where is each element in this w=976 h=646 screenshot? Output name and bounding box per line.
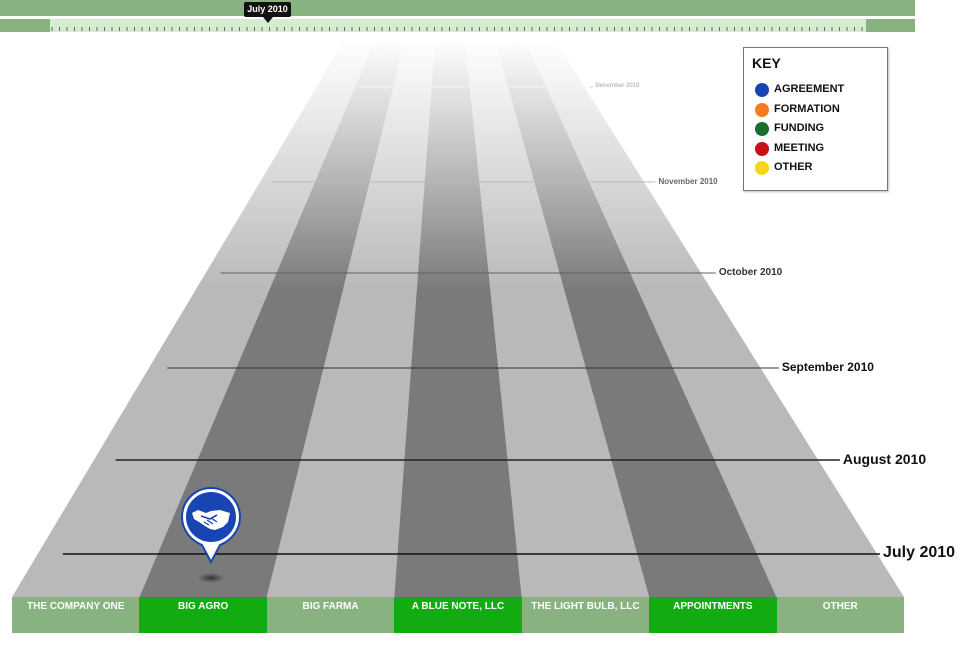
lane-label[interactable]: THE LIGHT BULB, LLC [521,597,650,633]
scrubber-ticks [51,27,863,31]
agreement-event-marker[interactable] [180,486,242,581]
legend-color-dot-icon [755,161,769,175]
legend-color-dot-icon [755,141,769,156]
legend-color-dot-icon [755,122,769,136]
month-label: December 2010 [595,83,640,90]
scrubber-bar[interactable] [0,0,915,16]
legend-label: AGREEMENT [774,83,845,95]
lane-labels: THE COMPANY ONE BIG AGRO BIG FARMA A BLUE N… [12,597,904,633]
month-label: August 2010 [842,450,927,467]
legend-key: KEY AGREEMENT FORMATION FUNDING MEETING OTHE… [743,47,888,191]
legend-title: KEY [752,55,781,71]
legend-label: MEETING [774,141,825,154]
lane-label[interactable]: THE COMPANY ONE [12,597,140,633]
lane-label[interactable]: BIG AGRO [139,597,267,633]
current-date-indicator[interactable]: July 2010 [244,2,291,17]
legend-label: FUNDING [774,122,825,134]
legend-color-dot-icon [755,102,769,117]
month-label: September 2010 [781,360,874,375]
legend-label: OTHER [774,161,813,173]
lane-label[interactable]: OTHER [776,597,904,633]
lane-label[interactable]: APPOINTMENTS [649,597,777,633]
lane-label[interactable]: BIG FARMA [266,597,395,633]
month-label: October 2010 [718,266,783,278]
legend-color-dot-icon [755,83,769,97]
legend-label: FORMATION [774,102,840,115]
lane-label[interactable]: A BLUE NOTE, LLC [394,597,522,633]
month-label: July 2010 [883,543,956,561]
month-label: November 2010 [658,176,718,186]
current-date-pointer [263,17,273,23]
